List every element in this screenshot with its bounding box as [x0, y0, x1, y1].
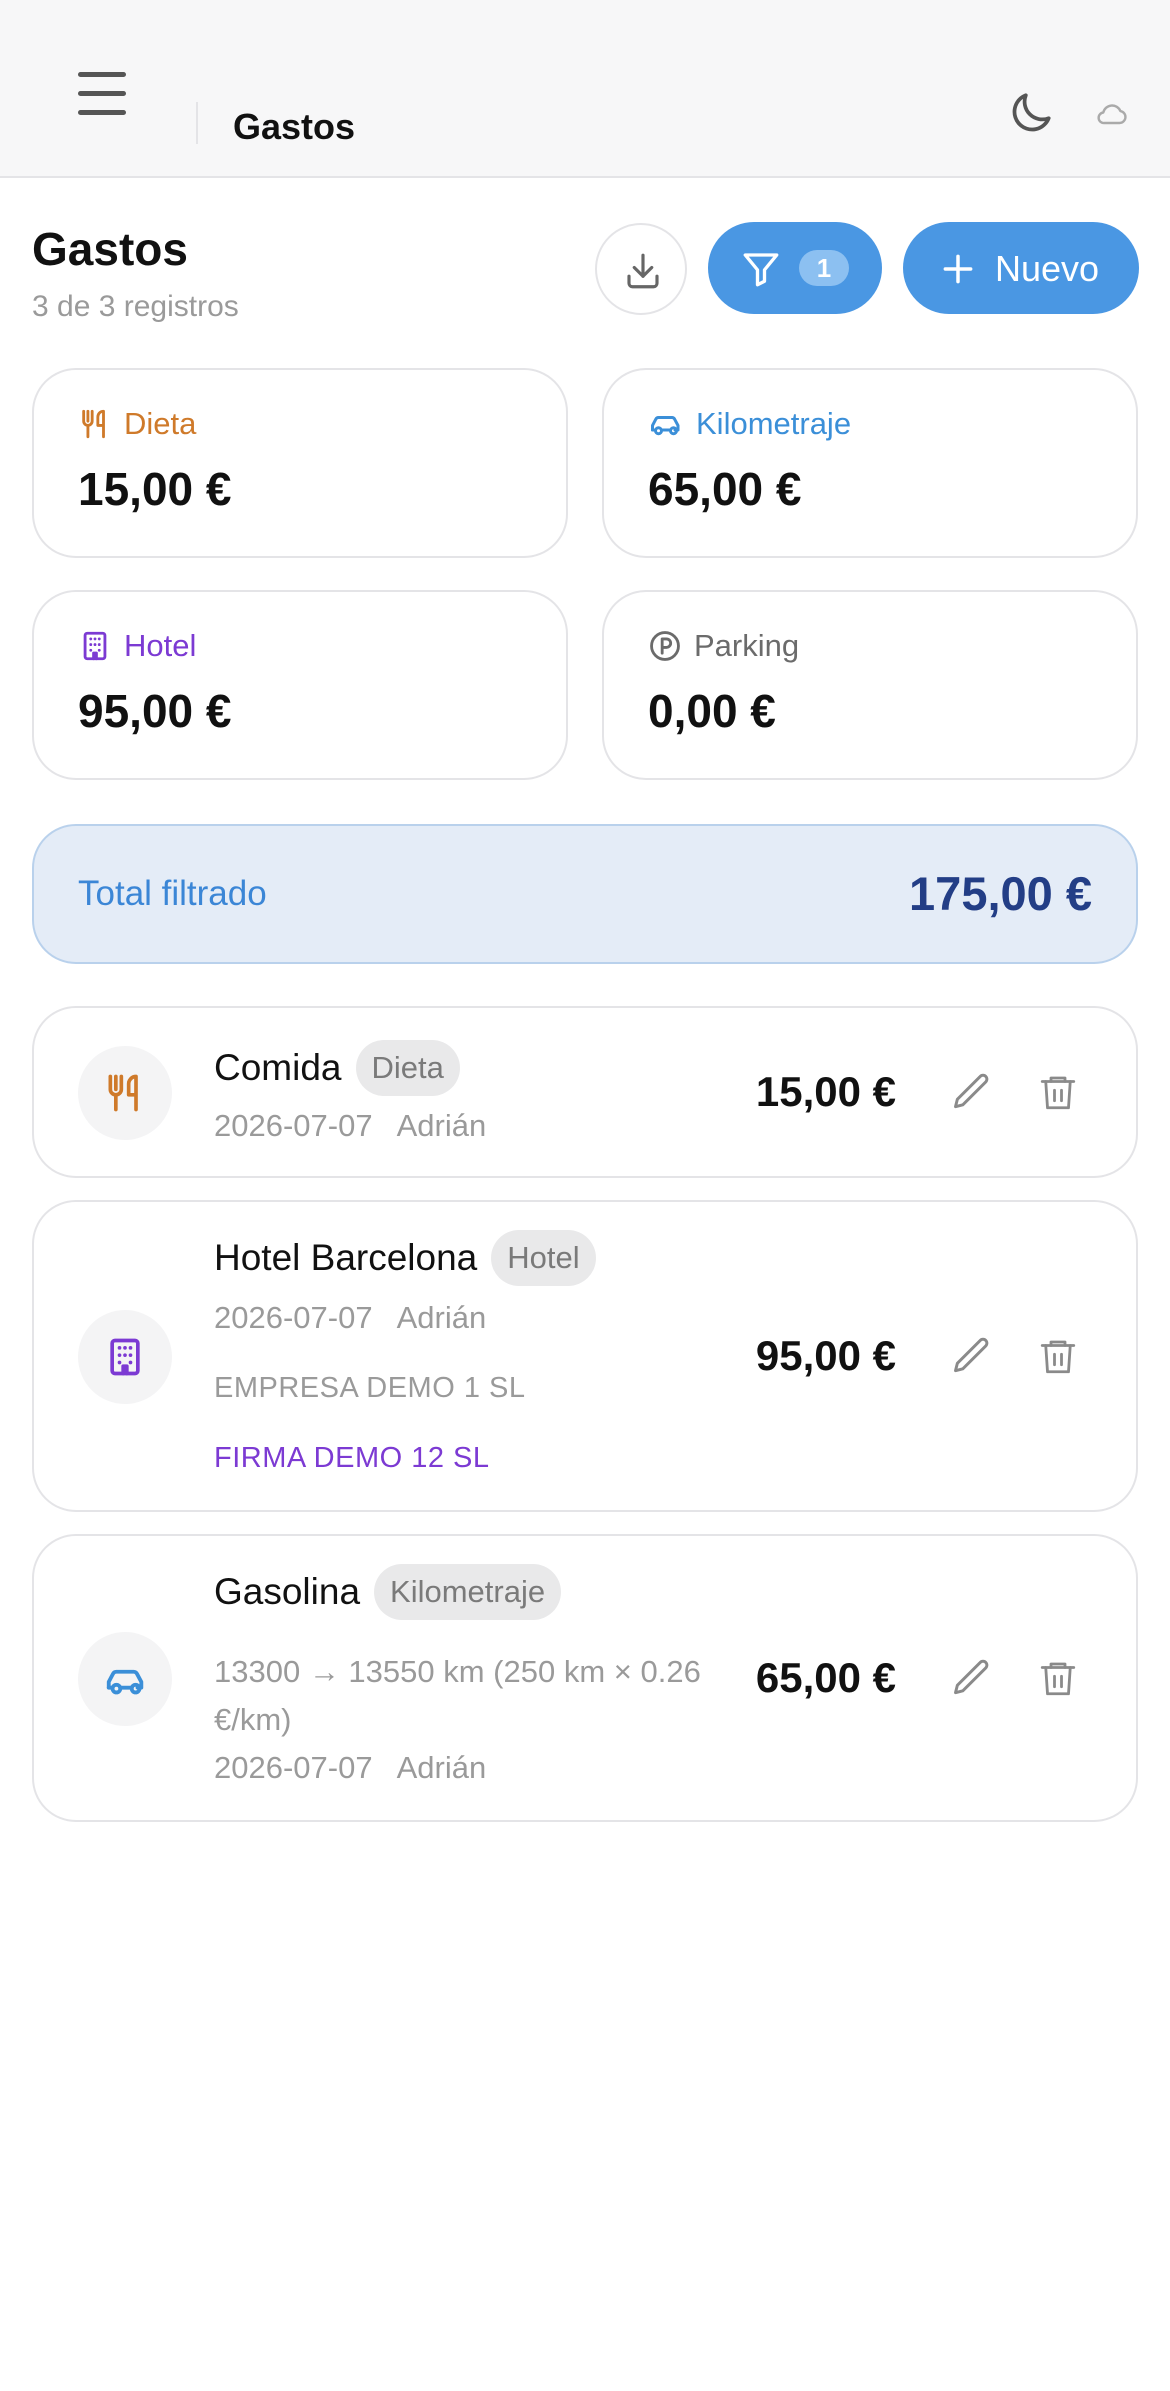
item-user: Adrián — [396, 1108, 487, 1143]
item-firma: FIRMA DEMO 12 SL — [214, 1442, 490, 1474]
filter-count-badge: 1 — [799, 250, 849, 286]
stat-label: Kilometraje — [696, 406, 852, 441]
stat-card-dieta: Dieta 15,00 € — [32, 368, 568, 558]
stat-card-hotel: Hotel 95,00 € — [32, 590, 568, 780]
car-icon — [651, 416, 680, 436]
divider — [196, 102, 198, 144]
edit-icon[interactable] — [950, 1334, 998, 1382]
trash-icon[interactable] — [1037, 1656, 1083, 1704]
filter-icon — [743, 253, 779, 287]
item-title: Gasolina — [214, 1570, 361, 1612]
item-date: 2026-07-07 — [214, 1300, 373, 1335]
new-button-label: Nuevo — [995, 248, 1100, 289]
total-label: Total filtrado — [78, 874, 267, 913]
car-icon — [106, 1669, 144, 1695]
stat-value: 95,00 € — [78, 685, 232, 737]
trash-icon[interactable] — [1037, 1070, 1083, 1118]
item-title-row: Comida Dieta — [214, 1040, 460, 1098]
item-amount: 95,00 € — [755, 1332, 896, 1379]
item-icon-badge — [78, 1046, 172, 1140]
item-company: EMPRESA DEMO 1 SL — [214, 1372, 526, 1404]
building-icon — [83, 631, 107, 661]
expense-item-comida[interactable]: Comida Dieta 2026-07-07 Adrián 15,00 € — [32, 1006, 1138, 1178]
stat-value: 15,00 € — [78, 463, 232, 515]
stat-label: Parking — [694, 628, 800, 663]
utensils-icon — [82, 409, 105, 439]
stat-label: Dieta — [124, 406, 197, 441]
moon-icon[interactable] — [1006, 88, 1056, 138]
stat-value: 65,00 € — [648, 463, 802, 515]
item-title-row: Gasolina Kilometraje — [214, 1564, 562, 1622]
item-user: Adrián — [396, 1300, 487, 1335]
stat-card-parking: Parking 0,00 € — [602, 590, 1138, 780]
new-expense-button[interactable]: Nuevo — [903, 222, 1139, 314]
item-meta: 2026-07-07 Adrián — [214, 1300, 486, 1336]
item-mileage-detail: 13300 → 13550 km (250 km × 0.26 €/km) — [214, 1654, 701, 1737]
item-meta: 2026-07-07 Adrián — [214, 1750, 486, 1786]
plus-icon — [943, 254, 973, 284]
top-bar: Gastos — [0, 0, 1170, 178]
record-count: 3 de 3 registros — [32, 290, 239, 323]
top-bar-title: Gastos — [233, 106, 356, 147]
item-title: Hotel Barcelona — [214, 1236, 478, 1278]
item-title-row: Hotel Barcelona Hotel — [214, 1230, 596, 1288]
category-tag: Dieta — [355, 1040, 460, 1096]
edit-icon[interactable] — [950, 1070, 998, 1118]
item-amount: 15,00 € — [755, 1068, 896, 1115]
stat-value: 0,00 € — [648, 685, 776, 737]
item-date: 2026-07-07 — [214, 1750, 373, 1785]
item-title: Comida — [214, 1046, 342, 1088]
expense-item-hotel-barcelona[interactable]: Hotel Barcelona Hotel 2026-07-07 Adrián EM… — [32, 1200, 1138, 1512]
edit-icon[interactable] — [950, 1656, 998, 1704]
download-button[interactable] — [595, 223, 687, 315]
item-icon-badge — [78, 1310, 172, 1404]
item-date: 2026-07-07 — [214, 1108, 373, 1143]
category-tag: Kilometraje — [374, 1564, 562, 1620]
trash-icon[interactable] — [1037, 1334, 1083, 1382]
expense-item-gasolina[interactable]: Gasolina Kilometraje 13300 → 13550 km (25… — [32, 1534, 1138, 1822]
page-title: Gastos — [32, 223, 188, 275]
item-user: Adrián — [396, 1750, 487, 1785]
cloud-icon — [1094, 96, 1130, 132]
download-icon — [627, 253, 659, 289]
utensils-icon — [108, 1074, 138, 1112]
item-icon-badge — [78, 1632, 172, 1726]
item-meta: 2026-07-07 Adrián — [214, 1108, 486, 1144]
building-icon — [110, 1338, 140, 1376]
filter-button[interactable]: 1 — [708, 222, 882, 314]
total-filtered-banner: Total filtrado 175,00 € — [32, 824, 1138, 964]
parking-icon — [650, 631, 680, 661]
total-value: 175,00 € — [909, 867, 1092, 920]
item-amount: 65,00 € — [755, 1654, 896, 1701]
stat-label: Hotel — [124, 628, 197, 663]
stat-card-kilometraje: Kilometraje 65,00 € — [602, 368, 1138, 558]
category-tag: Hotel — [491, 1230, 596, 1286]
menu-icon[interactable] — [70, 66, 134, 122]
